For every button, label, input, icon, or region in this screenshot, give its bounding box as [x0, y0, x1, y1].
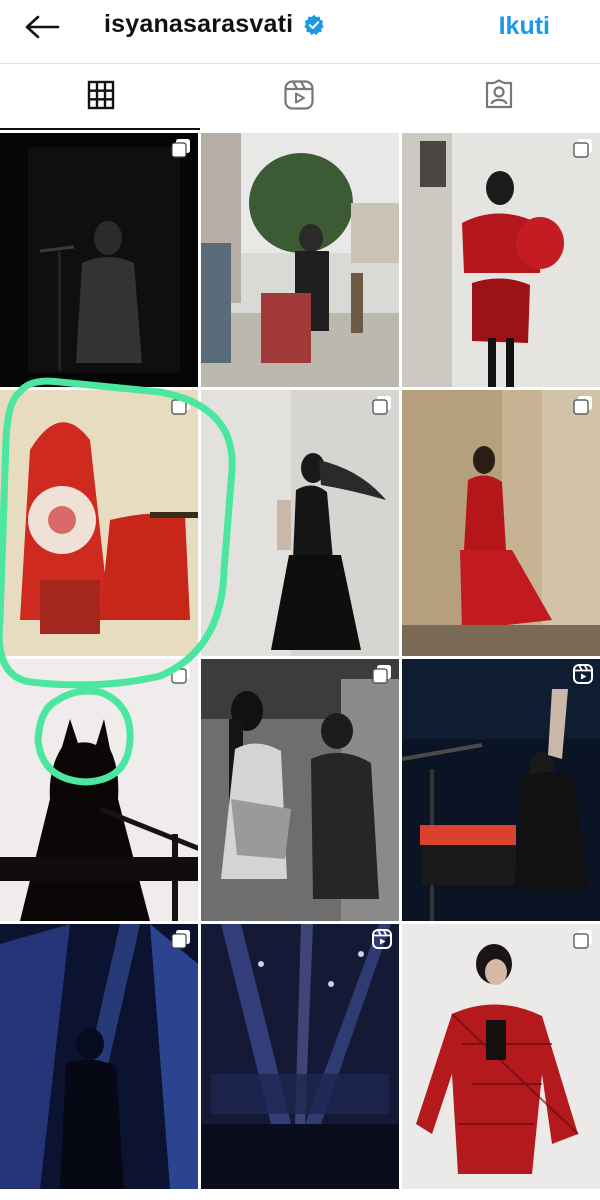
post-thumbnail[interactable] — [0, 924, 198, 1189]
post-image — [402, 924, 600, 1189]
follow-button[interactable]: Ikuti — [499, 12, 550, 41]
reels-icon — [372, 929, 392, 949]
multi-photo-icon — [171, 665, 190, 684]
post-image — [0, 390, 198, 656]
multi-photo-icon — [171, 139, 190, 158]
reels-icon — [284, 80, 314, 110]
post-thumbnail[interactable] — [402, 390, 600, 656]
post-image — [402, 133, 600, 387]
multi-photo-icon — [372, 396, 391, 415]
tab-reels[interactable] — [282, 78, 316, 112]
post-image — [201, 924, 399, 1189]
arrow-left-icon — [25, 15, 60, 39]
multi-photo-icon — [171, 396, 190, 415]
post-thumbnail[interactable] — [0, 133, 198, 387]
multi-photo-icon — [372, 665, 391, 684]
profile-tabs — [0, 64, 600, 130]
post-image — [402, 659, 600, 921]
post-thumbnail[interactable] — [402, 659, 600, 921]
multi-photo-icon — [171, 930, 190, 949]
multi-photo-icon — [573, 139, 592, 158]
verified-badge-icon — [304, 14, 324, 35]
back-button[interactable] — [22, 12, 62, 42]
post-image — [0, 133, 198, 387]
post-thumbnail[interactable] — [402, 924, 600, 1189]
post-thumbnail[interactable] — [201, 390, 399, 656]
post-thumbnail[interactable] — [0, 390, 198, 656]
post-image — [201, 659, 399, 921]
post-thumbnail[interactable] — [0, 659, 198, 921]
profile-username: isyanasarasvati — [104, 10, 294, 38]
post-thumbnail[interactable] — [402, 133, 600, 387]
multi-photo-icon — [573, 930, 592, 949]
post-image — [0, 924, 198, 1189]
post-image — [201, 390, 399, 656]
post-image — [0, 659, 198, 921]
tab-posts[interactable] — [84, 78, 118, 112]
profile-header: isyanasarasvati Ikuti — [0, 0, 600, 62]
post-thumbnail[interactable] — [201, 924, 399, 1189]
multi-photo-icon — [573, 396, 592, 415]
post-thumbnail[interactable] — [201, 659, 399, 921]
active-tab-indicator — [0, 128, 200, 130]
post-image — [201, 133, 399, 387]
tagged-person-icon — [485, 79, 513, 109]
post-image — [402, 390, 600, 656]
username-block: isyanasarasvati — [104, 10, 325, 39]
reels-icon — [573, 664, 593, 684]
grid-icon — [87, 80, 115, 110]
post-thumbnail[interactable] — [201, 133, 399, 387]
tab-tagged[interactable] — [482, 78, 516, 112]
